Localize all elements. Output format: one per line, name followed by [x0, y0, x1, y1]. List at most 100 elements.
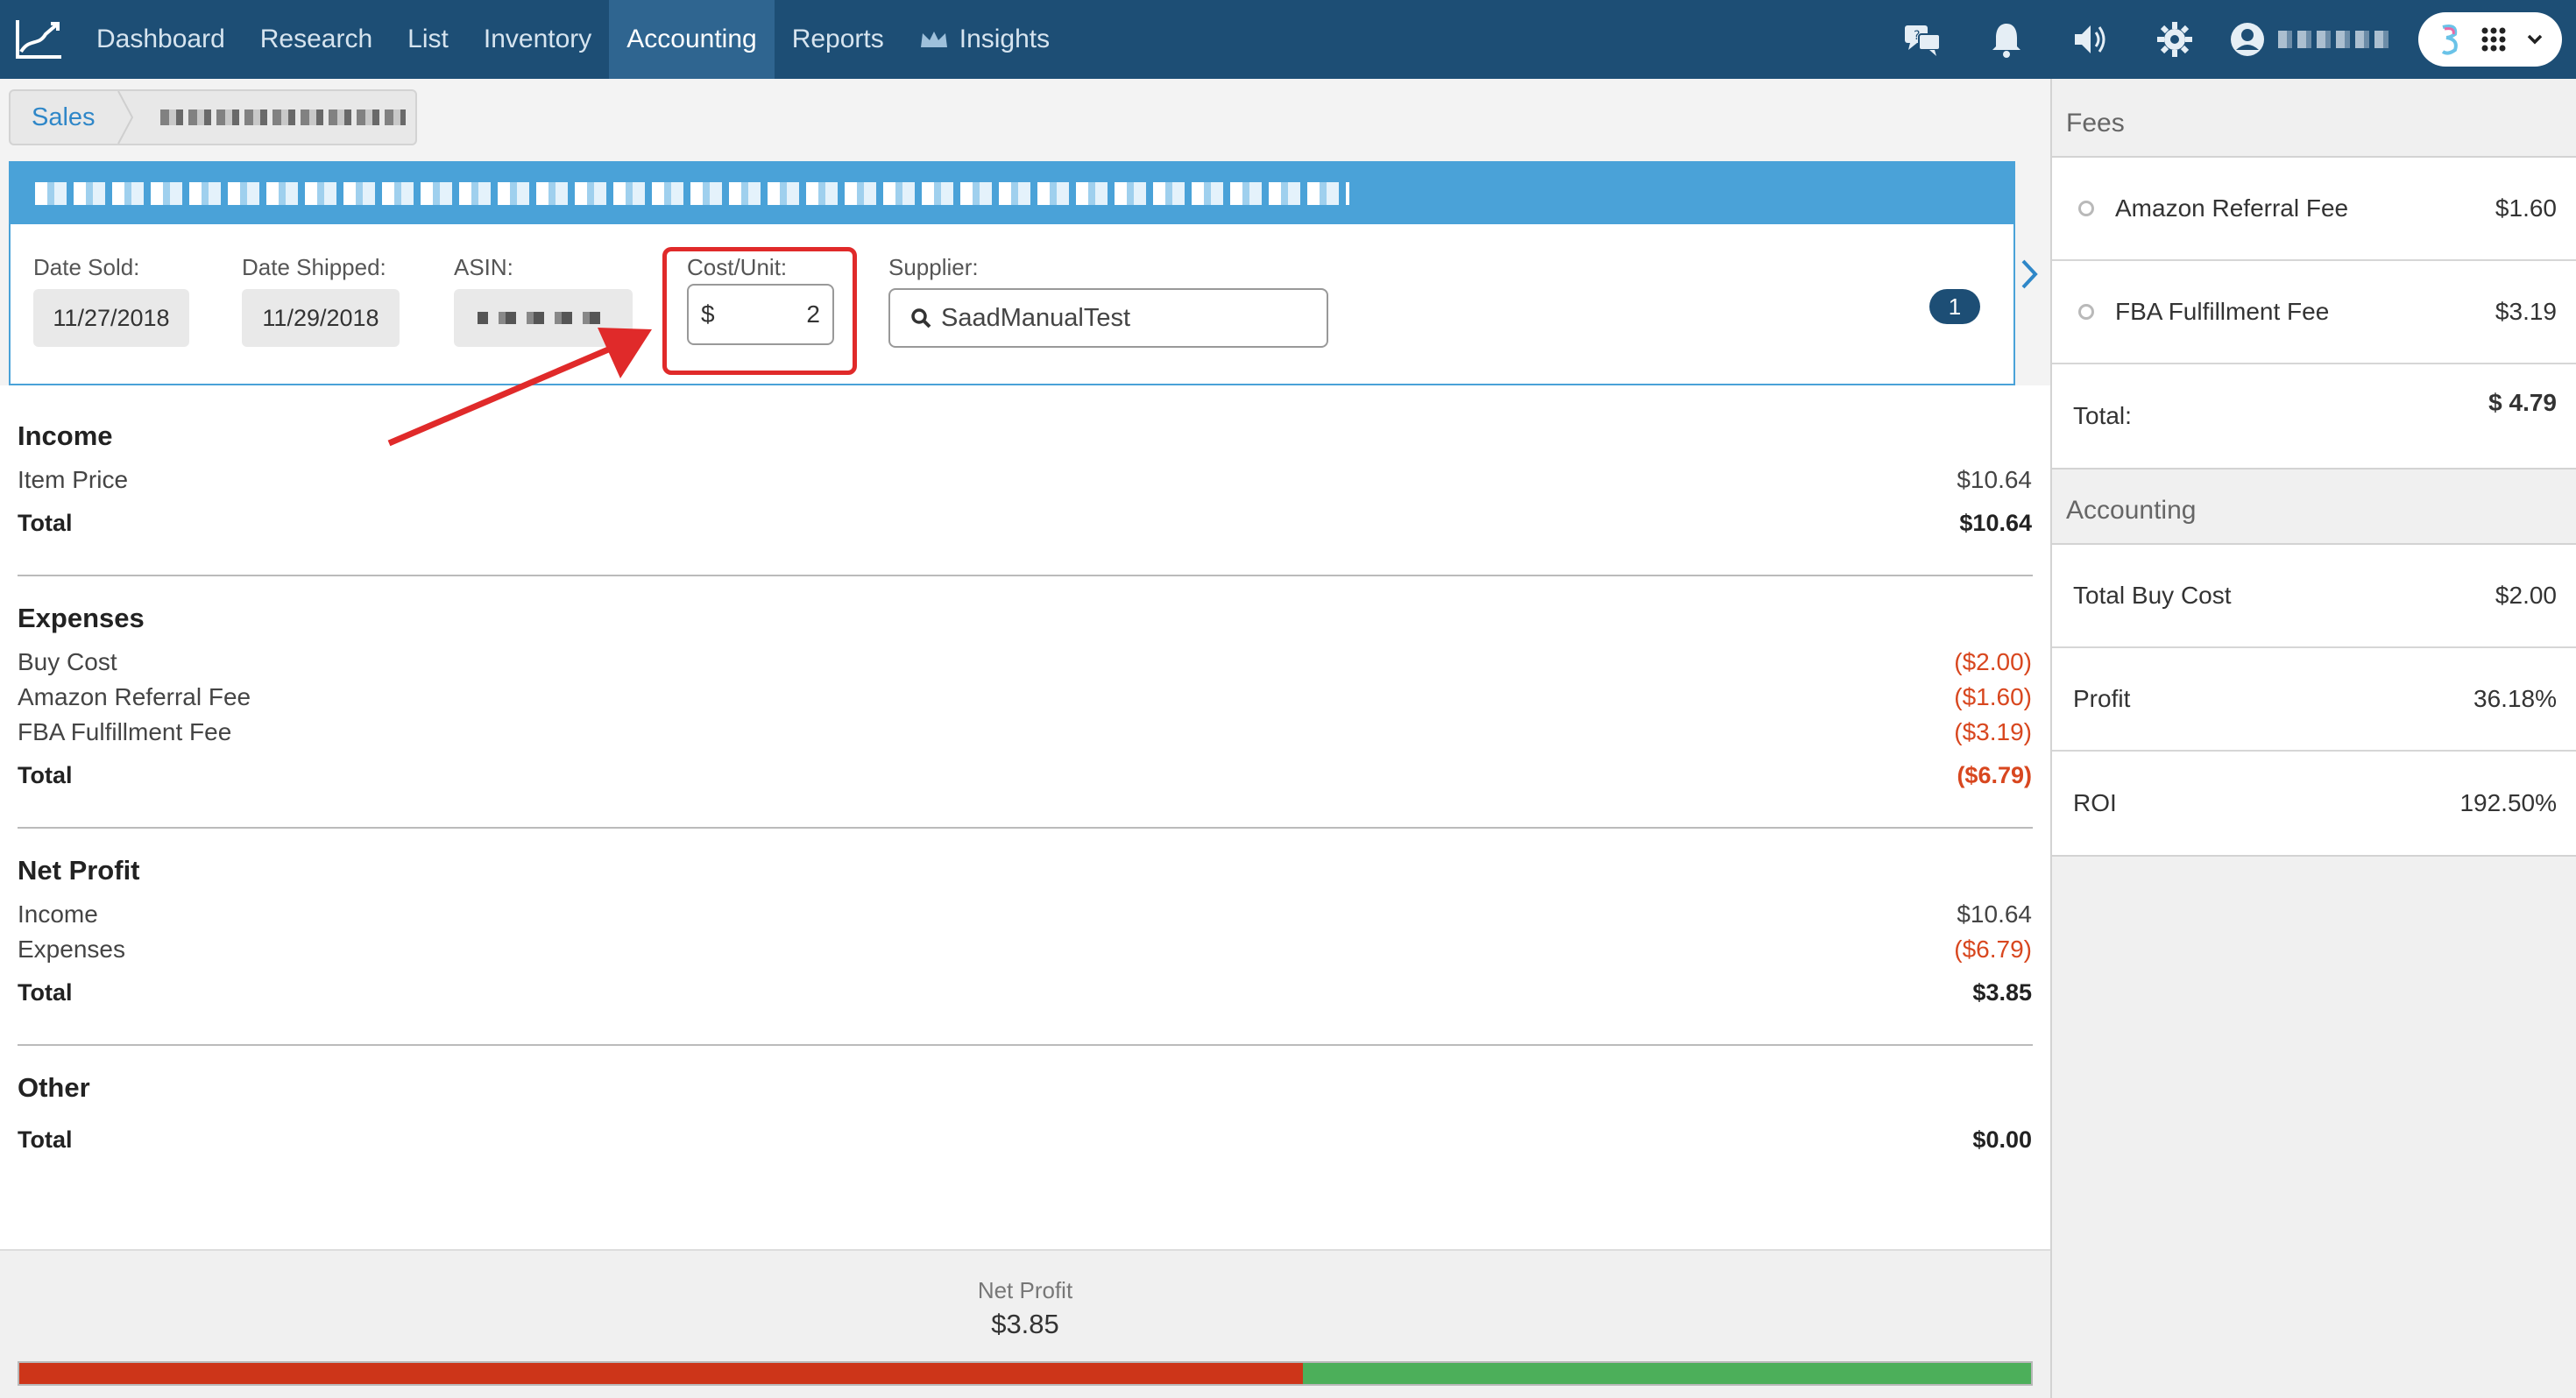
- nav-reports[interactable]: Reports: [775, 0, 902, 79]
- summary-panel: Fees Amazon Referral Fee $1.60 FBA Fulfi…: [2050, 79, 2576, 1398]
- fee-fba-value: $3.19: [2495, 298, 2557, 325]
- net-expenses-value: ($6.79): [1954, 936, 2032, 963]
- accounting-row: ROI 192.50%: [2052, 752, 2576, 855]
- app-logo-icon[interactable]: [0, 0, 79, 79]
- highlight-annotation-box: [662, 247, 857, 375]
- breadcrumb-separator-icon: [117, 91, 133, 144]
- user-name-redacted: [2278, 31, 2392, 48]
- crown-icon: [920, 32, 947, 47]
- footer-net-profit-value: $3.85: [991, 1309, 1059, 1339]
- bullet-icon: [2078, 201, 2094, 216]
- chevron-down-icon: [2527, 34, 2542, 45]
- net-profit-total-value: $3.85: [1972, 979, 2032, 1006]
- total-buy-cost-value: $2.00: [2495, 582, 2557, 609]
- top-navigation-bar: Dashboard Research List Inventory Accoun…: [0, 0, 2576, 79]
- product-title-redacted: [35, 182, 1349, 205]
- net-profit-footer: Net Profit $3.85: [0, 1249, 2050, 1398]
- income-total-value: $10.64: [1959, 510, 2032, 536]
- date-sold-label: Date Sold:: [33, 254, 140, 280]
- fees-block: Amazon Referral Fee $1.60 FBA Fulfillmen…: [2052, 156, 2576, 470]
- other-total-value: $0.00: [1972, 1126, 2032, 1153]
- accounting-breakdown: Income Item Price $10.64 Total $10.64 Ex…: [0, 385, 2050, 1249]
- divider: [18, 1044, 2033, 1046]
- nav-insights-label: Insights: [959, 25, 1051, 53]
- chevron-right-icon[interactable]: [2018, 258, 2041, 291]
- net-profit-total-label: Total: [18, 979, 73, 1006]
- net-income-value: $10.64: [1957, 900, 2032, 928]
- net-expenses-label: Expenses: [18, 936, 125, 963]
- supplier-input[interactable]: SaadManualTest: [888, 288, 1328, 348]
- fee-total-label: Total:: [2073, 402, 2132, 429]
- roi-value: 192.50%: [2459, 789, 2557, 816]
- expenses-heading: Expenses: [18, 603, 145, 633]
- date-shipped-label: Date Shipped:: [242, 254, 386, 280]
- nav-dashboard[interactable]: Dashboard: [79, 0, 243, 79]
- breadcrumb-current-redacted: [159, 109, 406, 125]
- income-bar-segment: [1302, 1363, 2031, 1384]
- product-title-bar: [11, 163, 2013, 224]
- breadcrumb-sales-link[interactable]: Sales: [11, 91, 117, 144]
- accounting-heading: Accounting: [2066, 496, 2197, 525]
- fee-row: Amazon Referral Fee $1.60: [2052, 158, 2576, 261]
- fee-total-value: $ 4.79: [2488, 389, 2557, 416]
- expenses-total-value: ($6.79): [1957, 762, 2032, 788]
- speaker-icon[interactable]: [2049, 0, 2133, 79]
- date-sold-value: 11/27/2018: [33, 289, 189, 347]
- svg-text:?: ?: [1914, 29, 1920, 43]
- divider: [18, 827, 2033, 829]
- search-icon: [911, 308, 931, 328]
- net-income-label: Income: [18, 900, 98, 928]
- expense-fba-fee-value: ($3.19): [1954, 718, 2032, 745]
- fee-fba-label: FBA Fulfillment Fee: [2115, 298, 2330, 325]
- accounting-block: Total Buy Cost $2.00 Profit 36.18% ROI 1…: [2052, 543, 2576, 857]
- profit-value: 36.18%: [2473, 685, 2557, 712]
- total-buy-cost-label: Total Buy Cost: [2073, 582, 2232, 609]
- net-profit-heading: Net Profit: [18, 855, 140, 886]
- bullet-icon: [2078, 304, 2094, 320]
- red-arrow-annotation-icon: [387, 328, 652, 447]
- fee-referral-label: Amazon Referral Fee: [2115, 194, 2349, 222]
- roi-label: ROI: [2073, 789, 2117, 816]
- supplier-value: SaadManualTest: [941, 303, 1131, 332]
- accounting-row: Total Buy Cost $2.00: [2052, 545, 2576, 648]
- income-item-price-label: Item Price: [18, 466, 129, 493]
- count-badge: 1: [1929, 289, 1980, 324]
- income-total-label: Total: [18, 510, 73, 536]
- expense-buy-cost-label: Buy Cost: [18, 648, 117, 675]
- supplier-label: Supplier:: [888, 254, 979, 280]
- expense-referral-fee-value: ($1.60): [1954, 683, 2032, 710]
- other-heading: Other: [18, 1072, 90, 1103]
- breadcrumb: Sales: [9, 89, 417, 145]
- income-heading: Income: [18, 420, 113, 451]
- accounting-row: Profit 36.18%: [2052, 648, 2576, 752]
- nav-insights[interactable]: Insights: [902, 0, 1067, 79]
- divider: [18, 575, 2033, 576]
- date-shipped-value: 11/29/2018: [242, 289, 400, 347]
- gear-icon[interactable]: [2133, 0, 2217, 79]
- fee-total-row: Total: $ 4.79: [2052, 364, 2576, 468]
- fee-row: FBA Fulfillment Fee $3.19: [2052, 261, 2576, 364]
- nav-accounting[interactable]: Accounting: [609, 0, 775, 79]
- expenses-total-label: Total: [18, 762, 73, 788]
- profit-progress-bar: [18, 1361, 2033, 1386]
- other-total-label: Total: [18, 1126, 73, 1153]
- footer-net-profit-label: Net Profit: [977, 1277, 1073, 1303]
- expense-referral-fee-label: Amazon Referral Fee: [18, 683, 251, 710]
- expense-buy-cost-value: ($2.00): [1954, 648, 2032, 675]
- user-avatar-icon[interactable]: [2217, 0, 2278, 79]
- profit-label: Profit: [2073, 685, 2131, 712]
- income-item-price-value: $10.64: [1957, 466, 2032, 493]
- nav-list[interactable]: List: [390, 0, 466, 79]
- grid-icon: [2481, 27, 2506, 52]
- expense-bar-segment: [19, 1363, 1303, 1384]
- chat-bubbles-icon[interactable]: ?: [1880, 0, 1964, 79]
- app-logo-icon: [2441, 25, 2458, 55]
- fee-referral-value: $1.60: [2495, 194, 2557, 222]
- nav-research[interactable]: Research: [243, 0, 390, 79]
- app-switcher-button[interactable]: [2418, 12, 2562, 67]
- expense-fba-fee-label: FBA Fulfillment Fee: [18, 718, 232, 745]
- nav-inventory[interactable]: Inventory: [466, 0, 609, 79]
- fees-heading: Fees: [2066, 109, 2125, 138]
- bell-icon[interactable]: [1964, 0, 2049, 79]
- product-card: Date Sold: 11/27/2018 Date Shipped: 11/2…: [9, 161, 2015, 385]
